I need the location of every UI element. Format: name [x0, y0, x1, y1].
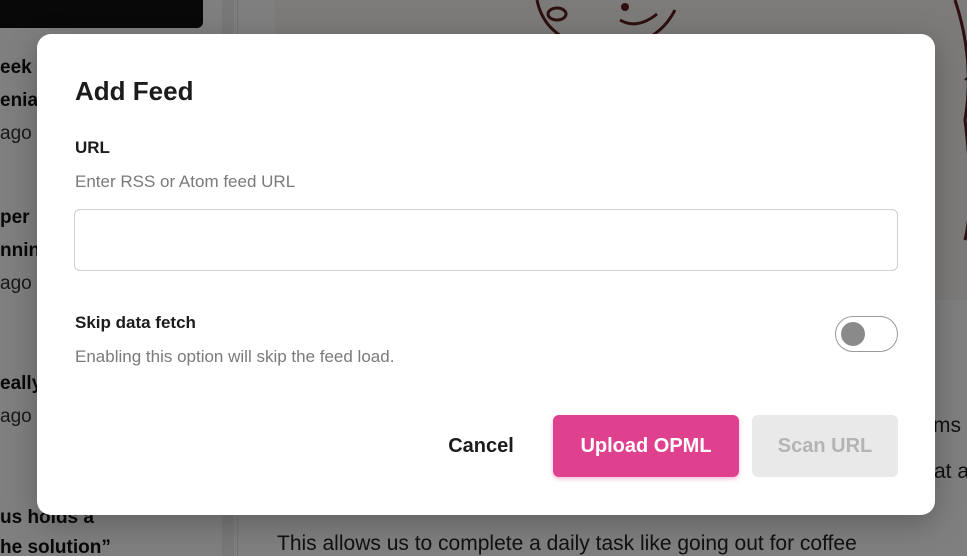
skip-data-fetch-toggle[interactable]	[835, 316, 898, 352]
scan-url-button[interactable]: Scan URL	[752, 415, 898, 477]
toggle-knob	[841, 322, 865, 346]
skip-data-fetch-label: Skip data fetch	[75, 313, 196, 332]
url-help-text: Enter RSS or Atom feed URL	[75, 172, 296, 191]
skip-data-fetch-help: Enabling this option will skip the feed …	[75, 347, 395, 366]
upload-opml-button[interactable]: Upload OPML	[553, 415, 739, 477]
feed-url-input[interactable]	[74, 209, 898, 271]
url-label: URL	[75, 138, 110, 157]
cancel-button[interactable]: Cancel	[429, 415, 533, 477]
add-feed-dialog: Add Feed URL Enter RSS or Atom feed URL …	[37, 34, 935, 515]
dialog-title: Add Feed	[75, 76, 194, 106]
